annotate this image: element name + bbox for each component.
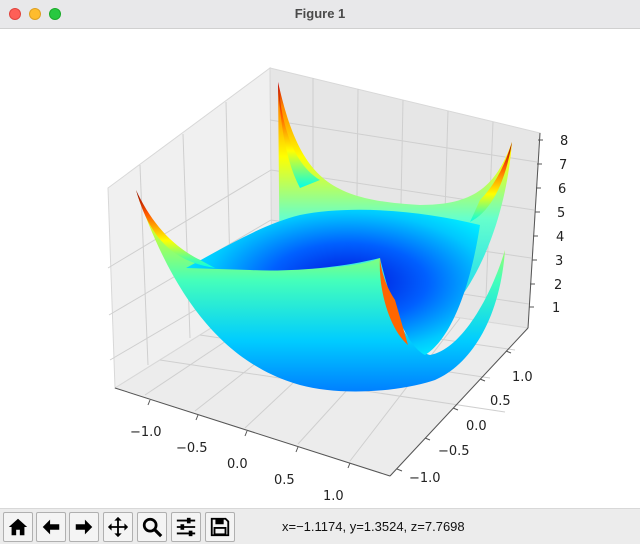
x-tick-label: −1.0 [130, 425, 162, 440]
x-tick-label: 1.0 [323, 489, 344, 504]
y-tick-label: 1.0 [512, 370, 533, 385]
z-tick-label: 2 [554, 278, 562, 293]
z-tick-label: 4 [556, 230, 564, 245]
x-tick-label: 0.5 [274, 473, 295, 488]
title-bar: Figure 1 [0, 0, 640, 29]
configure-subplots-button[interactable] [171, 512, 201, 542]
y-tick-label: −1.0 [409, 471, 441, 486]
back-button[interactable] [36, 512, 66, 542]
zoom-button[interactable] [137, 512, 167, 542]
surface-plot-3d: −1.0 −0.5 0.0 0.5 1.0 −1.0 −0.5 0.0 0.5 … [107, 67, 568, 504]
z-tick-label: 6 [558, 182, 566, 197]
zoom-icon [142, 517, 163, 538]
window-title: Figure 1 [294, 6, 346, 21]
x-tick-label: −0.5 [176, 441, 208, 456]
sliders-icon [176, 517, 196, 537]
back-arrow-icon [42, 519, 60, 535]
home-icon [8, 518, 28, 536]
z-tick-label: 8 [560, 134, 568, 149]
figure-window: Figure 1 −1.0 −0.5 0.0 0.5 1.0 −1.0 −0.5… [0, 0, 640, 544]
cursor-coordinates: x=−1.1174, y=1.3524, z=7.7698 [282, 519, 465, 534]
y-tick-label: 0.0 [466, 419, 487, 434]
y-tick-label: 0.5 [490, 394, 511, 409]
save-button[interactable] [205, 512, 235, 542]
y-tick-label: −0.5 [438, 444, 470, 459]
plot-canvas[interactable]: −1.0 −0.5 0.0 0.5 1.0 −1.0 −0.5 0.0 0.5 … [0, 29, 640, 508]
z-tick-label: 7 [559, 158, 567, 173]
navigation-toolbar: x=−1.1174, y=1.3524, z=7.7698 [0, 508, 640, 544]
z-tick-label: 1 [552, 301, 560, 316]
forward-arrow-icon [75, 519, 93, 535]
save-icon [210, 517, 230, 537]
z-tick-label: 3 [555, 254, 563, 269]
forward-button[interactable] [69, 512, 99, 542]
pan-button[interactable] [103, 512, 133, 542]
x-tick-label: 0.0 [227, 457, 248, 472]
home-button[interactable] [3, 512, 33, 542]
z-tick-label: 5 [557, 206, 565, 221]
pan-icon [107, 516, 129, 538]
